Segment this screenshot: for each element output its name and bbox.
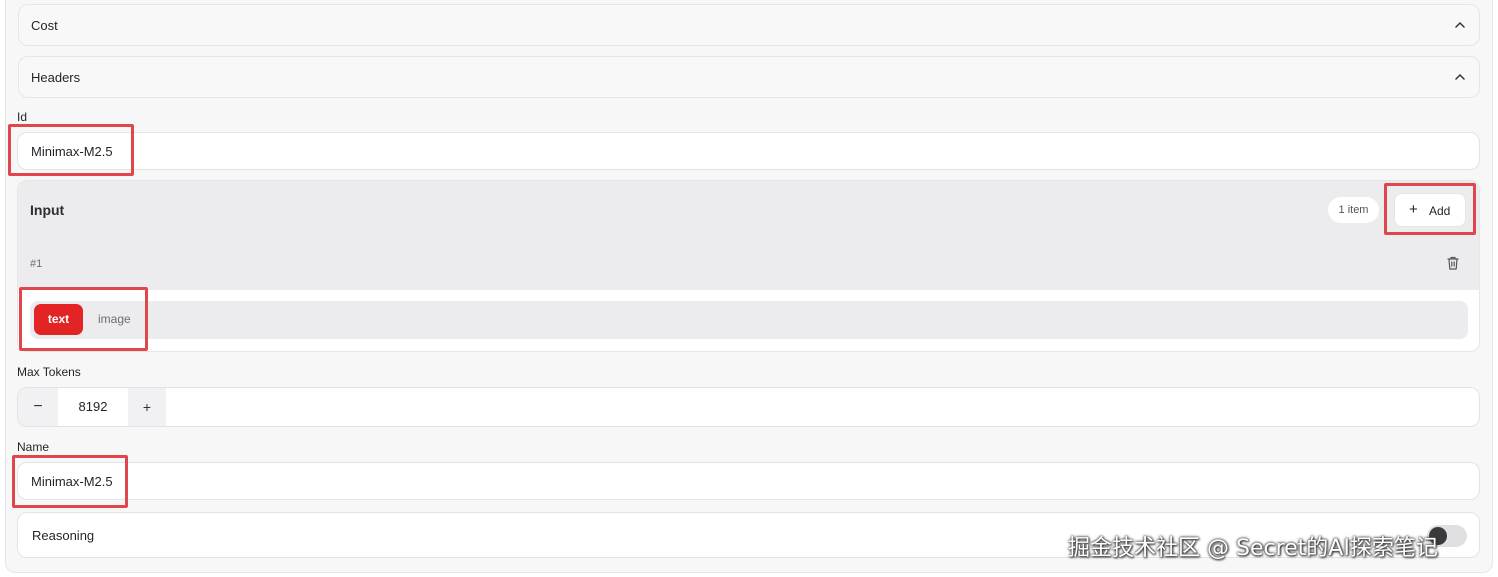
id-input[interactable]: Minimax-M2.5 bbox=[17, 132, 1480, 170]
name-label: Name bbox=[17, 440, 50, 454]
input-type-segmented-control: text image bbox=[30, 301, 1468, 339]
item-count-badge: 1 item bbox=[1328, 197, 1379, 223]
input-section: Input 1 item + Add #1 text image bbox=[17, 180, 1480, 352]
cost-accordion-title: Cost bbox=[31, 18, 58, 33]
name-input-value: Minimax-M2.5 bbox=[31, 474, 113, 489]
trash-icon[interactable] bbox=[1445, 255, 1461, 271]
input-section-title: Input bbox=[30, 202, 65, 218]
add-input-button[interactable]: + Add bbox=[1394, 193, 1466, 227]
headers-accordion[interactable]: Headers bbox=[18, 56, 1480, 98]
chevron-up-icon[interactable] bbox=[1453, 70, 1467, 84]
option-image[interactable]: image bbox=[98, 304, 131, 335]
cost-accordion[interactable]: Cost bbox=[18, 4, 1480, 46]
decrement-button[interactable]: − bbox=[18, 388, 58, 426]
watermark: 掘金技术社区 @ Secret的AI探索笔记 bbox=[1068, 536, 1438, 561]
id-input-value: Minimax-M2.5 bbox=[31, 144, 113, 159]
add-button-label: Add bbox=[1429, 204, 1451, 218]
max-tokens-label: Max Tokens bbox=[17, 365, 81, 379]
id-label: Id bbox=[17, 110, 28, 124]
plus-icon: + bbox=[1409, 201, 1418, 218]
max-tokens-stepper: − 8192 + bbox=[17, 387, 1480, 427]
input-item-header: #1 bbox=[18, 238, 1479, 290]
chevron-up-icon[interactable] bbox=[1453, 18, 1467, 32]
headers-accordion-title: Headers bbox=[31, 70, 81, 85]
max-tokens-value[interactable]: 8192 bbox=[58, 388, 128, 426]
reasoning-label: Reasoning bbox=[32, 528, 95, 543]
input-item-number: #1 bbox=[30, 258, 43, 270]
input-section-header: Input 1 item + Add bbox=[18, 181, 1479, 239]
name-input[interactable]: Minimax-M2.5 bbox=[17, 462, 1480, 500]
increment-button[interactable]: + bbox=[128, 388, 166, 426]
option-text[interactable]: text bbox=[34, 304, 83, 335]
